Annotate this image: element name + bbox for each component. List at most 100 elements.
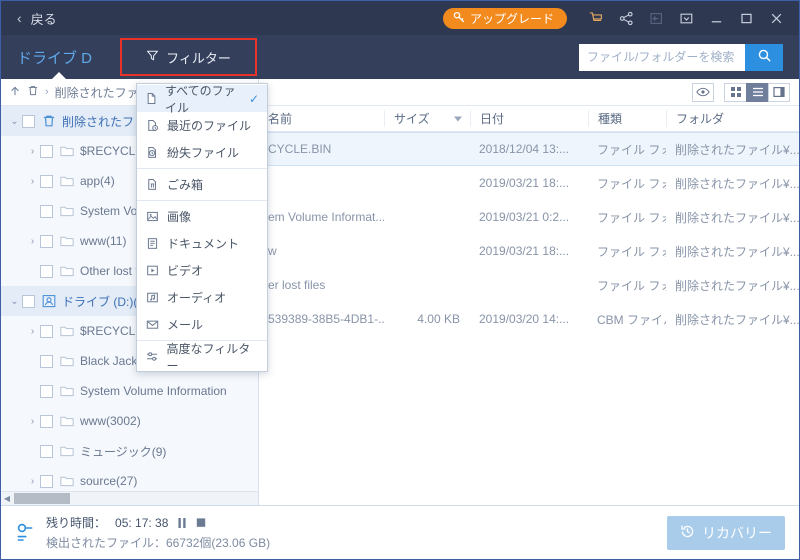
tree-node[interactable]: System Volume Information: [1, 376, 258, 406]
chevron-right-icon[interactable]: ›: [25, 236, 40, 247]
file-folder-cell: 削除されたファイル¥...: [675, 244, 799, 259]
grid-view-icon[interactable]: [724, 82, 746, 102]
filter-menu-item[interactable]: 紛失ファイル: [137, 139, 267, 166]
table-row[interactable]: w 2019/03/21 18:... ファイル フォ... 削除されたファイル¥..…: [259, 234, 799, 268]
table-row[interactable]: er lost files ファイル フォ... 削除されたファイル¥...: [259, 268, 799, 302]
app-window: ‹ 戻る アップグレード ドライブ D フィルター ファイル/フォルダーを検索 …: [0, 0, 800, 560]
tree-node-checkbox[interactable]: [40, 234, 53, 248]
chevron-right-icon[interactable]: ›: [25, 416, 40, 427]
folder-icon: [60, 175, 74, 187]
file-name-cell: CYCLE.BIN: [268, 142, 332, 156]
tree-node-checkbox[interactable]: [22, 294, 35, 308]
detail-panel-icon[interactable]: [768, 82, 790, 102]
tree-node-checkbox[interactable]: [40, 144, 53, 158]
preview-eye-icon[interactable]: [692, 82, 714, 102]
tree-node[interactable]: ミュージック(9): [1, 436, 258, 466]
status-footer: 残り時間： 05: 17: 38 検出されたファイル：66732個(23.06 …: [1, 505, 799, 559]
filter-menu-item[interactable]: 高度なフィルター: [137, 342, 267, 373]
tree-node-checkbox[interactable]: [40, 264, 53, 278]
tab-drive-d[interactable]: ドライブ D: [1, 35, 116, 79]
filter-menu-item[interactable]: メール: [137, 311, 267, 338]
column-header-size[interactable]: サイズ: [384, 110, 470, 127]
file-folder-cell: 削除されたファイル¥...: [675, 210, 799, 225]
scan-time-row: 残り時間： 05: 17: 38: [46, 514, 270, 531]
chevron-down-icon[interactable]: ⌄: [7, 296, 22, 307]
tree-node-checkbox[interactable]: [40, 324, 53, 338]
file-folder-cell: 削除されたファイル¥...: [675, 312, 799, 327]
tree-node-checkbox[interactable]: [40, 174, 53, 188]
scan-icon: [15, 522, 35, 544]
table-row[interactable]: em Volume Informat... 2019/03/21 0:2... ファ…: [259, 200, 799, 234]
share-icon[interactable]: [611, 1, 641, 35]
filter-button[interactable]: フィルター: [120, 38, 258, 76]
filter-menu-item-label: 最近のファイル: [167, 119, 252, 133]
file-folder-cell: 削除されたファイル¥...: [675, 278, 799, 293]
tree-node-label: source(27): [80, 474, 138, 488]
filter-menu-item[interactable]: 画像: [137, 203, 267, 230]
close-icon[interactable]: [761, 1, 791, 35]
upgrade-button[interactable]: アップグレード: [442, 7, 567, 29]
tree-node[interactable]: › www(3002): [1, 406, 258, 436]
trash-icon[interactable]: [27, 84, 39, 100]
pause-icon[interactable]: [177, 517, 187, 529]
filter-menu-item-label: 画像: [167, 210, 192, 224]
table-row[interactable]: 2019/03/21 18:... ファイル フォ... 削除されたファイル¥...: [259, 166, 799, 200]
view-mode-group: [724, 82, 790, 102]
file-trash-icon: [145, 178, 160, 191]
filter-menu-item[interactable]: すべてのファイル ✓: [137, 84, 267, 115]
filter-menu-item-label: 紛失ファイル: [167, 146, 240, 160]
chevron-down-icon[interactable]: ⌄: [7, 116, 22, 127]
column-header-name[interactable]: 名前: [259, 110, 384, 127]
table-row[interactable]: CYCLE.BIN 2018/12/04 13:... ファイル フォ... 削除され…: [259, 132, 799, 166]
back-button[interactable]: ‹ 戻る: [1, 1, 69, 35]
sort-caret-icon[interactable]: [454, 116, 462, 121]
list-view-icon[interactable]: [746, 82, 768, 102]
tree-node-checkbox[interactable]: [40, 414, 53, 428]
tree-node-checkbox[interactable]: [40, 444, 53, 458]
filter-menu-item[interactable]: ごみ箱: [137, 171, 267, 198]
tab-drive-d-label: ドライブ D: [17, 49, 93, 67]
file-type-cell: ファイル フォ...: [597, 142, 666, 157]
chevron-right-icon[interactable]: ›: [25, 176, 40, 187]
tree-node-checkbox[interactable]: [40, 474, 53, 488]
filter-menu-item[interactable]: ビデオ: [137, 257, 267, 284]
folder-icon: [60, 145, 74, 157]
dropdown-icon[interactable]: [671, 1, 701, 35]
chevron-right-icon[interactable]: ›: [25, 146, 40, 157]
video-icon: [145, 264, 160, 277]
tree-node-label: app(4): [80, 174, 115, 188]
maximize-icon[interactable]: [731, 1, 761, 35]
arrow-up-icon[interactable]: [9, 85, 21, 100]
stop-icon[interactable]: [196, 517, 206, 529]
filter-menu-item[interactable]: 最近のファイル: [137, 112, 267, 139]
chevron-right-icon[interactable]: ›: [25, 326, 40, 337]
tree-node-checkbox[interactable]: [40, 204, 53, 218]
filter-menu-item-label: ごみ箱: [167, 178, 204, 192]
tree-node-checkbox[interactable]: [40, 354, 53, 368]
column-header-folder[interactable]: フォルダ: [666, 110, 799, 127]
table-row[interactable]: 539389-38B5-4DB1-... 4.00 KB 2019/03/20 14…: [259, 302, 799, 336]
tree-node-checkbox[interactable]: [40, 384, 53, 398]
filter-menu-item[interactable]: ドキュメント: [137, 230, 267, 257]
tree-horizontal-scrollbar[interactable]: ◀: [1, 491, 258, 505]
tree-node[interactable]: › source(27): [1, 466, 258, 491]
column-header-date[interactable]: 日付: [470, 110, 588, 127]
column-header-type[interactable]: 種類: [588, 110, 666, 127]
chevron-right-icon[interactable]: ›: [25, 476, 40, 487]
file-name-cell: em Volume Informat...: [268, 210, 384, 224]
minimize-icon[interactable]: [701, 1, 731, 35]
scroll-left-icon[interactable]: ◀: [1, 494, 13, 503]
tree-node-label: System Volume Information: [80, 384, 227, 398]
feedback-icon[interactable]: [641, 1, 671, 35]
tree-node-checkbox[interactable]: [22, 114, 35, 128]
search-input[interactable]: [579, 43, 745, 71]
filter-menu-item[interactable]: オーディオ: [137, 284, 267, 311]
file-date-cell: 2018/12/04 13:...: [479, 142, 570, 156]
recover-button[interactable]: リカバリー: [667, 515, 785, 550]
filter-dropdown-menu[interactable]: すべてのファイル ✓ 最近のファイル 紛失ファイル ごみ箱画像ドキュメント ビデオ オーディ…: [136, 83, 268, 373]
search-button[interactable]: [745, 43, 783, 71]
sliders-icon: [145, 350, 159, 363]
cart-icon[interactable]: [581, 1, 611, 35]
folder-icon: [60, 385, 74, 397]
scrollbar-thumb[interactable]: [14, 493, 70, 504]
